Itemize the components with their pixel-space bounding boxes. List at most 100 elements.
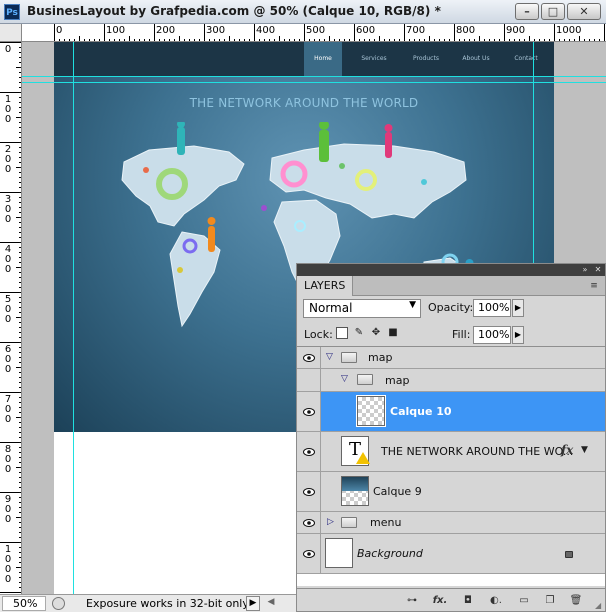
ruler-label: 700 — [406, 25, 426, 36]
ruler-label: 400 — [4, 244, 12, 275]
layers-panel: » ✕ LAYERS ≡ Normal ▼ Opacity: 100% ▶ Lo… — [296, 263, 606, 612]
layer-row-calque-10[interactable]: Calque 10 — [297, 392, 605, 432]
maximize-button[interactable]: □ — [541, 3, 565, 20]
map-person-orange — [207, 217, 216, 252]
link-layers-icon[interactable]: ⊶ — [403, 594, 421, 608]
scroll-left-arrow-icon[interactable]: ◀ — [264, 596, 278, 611]
opacity-label: Opacity: — [428, 301, 474, 314]
zoom-level-field[interactable]: 50% — [2, 596, 46, 611]
maximize-icon: □ — [547, 5, 559, 18]
visibility-eye-icon[interactable] — [303, 487, 315, 496]
ruler-tick — [504, 24, 505, 41]
layer-row-group-map[interactable]: ▽ map — [297, 347, 605, 369]
fill-slider-arrow-icon[interactable]: ▶ — [512, 326, 524, 344]
blend-mode-select[interactable]: Normal ▼ — [303, 299, 421, 318]
lock-transparency-icon[interactable] — [336, 327, 348, 339]
warning-icon — [356, 452, 370, 464]
mockup-nav-contact: Contact — [514, 55, 538, 62]
ruler-origin[interactable] — [0, 24, 22, 42]
ruler-tick — [0, 592, 21, 593]
ruler-label: 300 — [4, 194, 12, 225]
layer-lock-icon — [565, 551, 573, 558]
layer-name: menu — [370, 516, 402, 529]
folder-icon — [341, 517, 357, 528]
minimize-icon: – — [524, 5, 530, 18]
delete-layer-icon[interactable]: 🗑 — [567, 594, 585, 608]
layer-row-group-map-nested[interactable]: ▽ map — [297, 369, 605, 392]
status-info-icon[interactable] — [52, 597, 65, 610]
close-panel-icon[interactable]: ✕ — [592, 265, 604, 275]
folder-icon — [341, 352, 357, 363]
collapsed-triangle-icon[interactable]: ▷ — [327, 517, 334, 527]
layer-effects-icon[interactable]: fx — [561, 443, 573, 457]
ruler-tick — [0, 242, 21, 243]
opacity-slider-arrow-icon[interactable]: ▶ — [512, 299, 524, 317]
add-mask-icon[interactable]: ◘ — [459, 594, 477, 608]
ruler-tick — [0, 292, 21, 293]
guide-horizontal[interactable] — [22, 82, 606, 83]
layer-row-group-menu[interactable]: ▷ menu — [297, 512, 605, 534]
opacity-field[interactable]: 100% — [473, 299, 511, 317]
layer-list: ▽ map ▽ map Calque 10 T THE NETWORK AROU… — [297, 346, 605, 586]
ruler-label: 100 — [106, 25, 126, 36]
expand-triangle-icon[interactable]: ▽ — [326, 352, 333, 362]
ruler-label: 800 — [4, 444, 12, 475]
fill-label: Fill: — [452, 328, 471, 341]
fill-field[interactable]: 100% — [473, 326, 511, 344]
map-pin — [261, 205, 267, 211]
collapse-panel-icon[interactable]: » — [579, 265, 591, 275]
resize-grip-icon[interactable]: ◢ — [595, 601, 604, 610]
folder-icon — [357, 374, 373, 385]
chevron-down-icon: ▼ — [409, 300, 416, 310]
visibility-eye-icon[interactable] — [303, 549, 315, 558]
add-style-icon[interactable]: fx. — [431, 594, 449, 608]
map-pin — [421, 179, 427, 185]
new-layer-icon[interactable]: ❐ — [541, 594, 559, 608]
ruler-tick — [0, 392, 21, 393]
lock-position-move-icon[interactable]: ✥ — [370, 327, 382, 339]
ruler-tick — [554, 24, 555, 41]
effects-expand-icon[interactable]: ▼ — [581, 445, 588, 455]
blend-mode-value: Normal — [309, 301, 353, 315]
status-menu-arrow-icon[interactable]: ▶ — [246, 596, 260, 611]
ruler-tick — [604, 24, 605, 41]
window-titlebar: Ps BusinesLayout by Grafpedia.com @ 50% … — [0, 0, 606, 24]
vertical-ruler[interactable]: 0 100 200 300 400 500 600 700 800 900 1000 — [0, 42, 22, 594]
visibility-eye-icon[interactable] — [303, 353, 315, 362]
ruler-tick — [454, 24, 455, 41]
layer-name: THE NETWORK AROUND THE WO... — [381, 445, 574, 458]
map-person-green — [319, 122, 329, 162]
panel-menu-icon[interactable]: ≡ — [587, 279, 601, 293]
close-button[interactable]: ✕ — [567, 3, 601, 20]
visibility-eye-icon[interactable] — [303, 447, 315, 456]
layer-row-background[interactable]: Background — [297, 534, 605, 574]
layers-panel-footer: ⊶ fx. ◘ ◐. ▭ ❐ 🗑 ◢ — [297, 588, 605, 611]
expand-triangle-icon[interactable]: ▽ — [341, 374, 348, 384]
mockup-nav-products: Products — [413, 55, 439, 62]
tab-layers[interactable]: LAYERS — [297, 276, 354, 296]
text-layer-thumbnail: T — [341, 436, 370, 466]
ruler-label: 0 — [4, 44, 12, 55]
layer-row-calque-9[interactable]: Calque 9 — [297, 472, 605, 512]
mockup-nav-home: Home — [304, 42, 342, 76]
layer-thumbnail — [356, 395, 386, 427]
guide-horizontal[interactable] — [22, 76, 606, 77]
guide-vertical[interactable] — [73, 42, 74, 594]
layer-row-text-headline[interactable]: T THE NETWORK AROUND THE WO... fx ▼ — [297, 432, 605, 472]
ruler-label: 1000 — [4, 544, 12, 585]
ruler-tick — [354, 24, 355, 41]
new-group-icon[interactable]: ▭ — [515, 594, 533, 608]
visibility-eye-icon[interactable] — [303, 407, 315, 416]
horizontal-ruler[interactable]: 0 100 200 300 400 500 600 700 800 900 1000 — [22, 24, 606, 42]
layer-name: map — [368, 351, 393, 364]
ruler-tick — [304, 24, 305, 41]
lock-all-icon[interactable]: ■ — [387, 327, 399, 339]
minimize-button[interactable]: – — [515, 3, 539, 20]
mockup-nav-about: About Us — [462, 55, 490, 62]
adjustment-layer-icon[interactable]: ◐. — [487, 594, 505, 608]
layer-name: Calque 9 — [373, 485, 422, 498]
status-bar: 50% Exposure works in 32-bit only ▶ ◀ — [0, 594, 296, 612]
lock-image-brush-icon[interactable]: ✎ — [353, 327, 365, 339]
visibility-eye-icon[interactable] — [303, 518, 315, 527]
ruler-tick — [154, 24, 155, 41]
